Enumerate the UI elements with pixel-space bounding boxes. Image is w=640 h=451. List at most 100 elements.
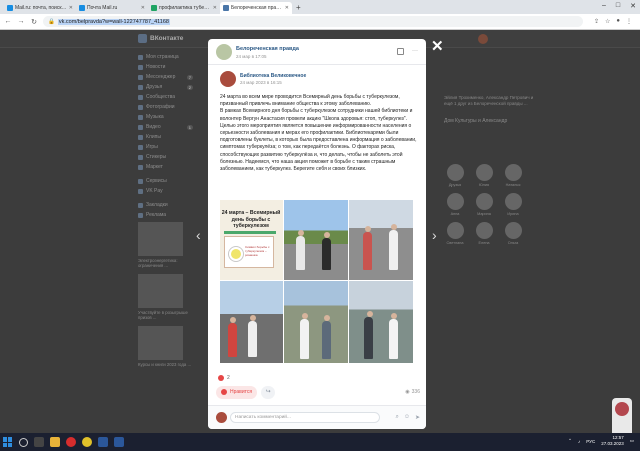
sidebar-item[interactable]: Стикеры: [138, 152, 193, 162]
chrome-icon[interactable]: [82, 437, 92, 447]
previous-post-icon[interactable]: ‹: [196, 227, 201, 243]
sidebar-item[interactable]: VK Pay: [138, 186, 193, 196]
ads-icon: [138, 212, 143, 218]
reload-icon[interactable]: ↻: [30, 18, 38, 26]
share-button[interactable]: ↪: [261, 385, 276, 399]
browser-tabbar: Mail.ru: почта, поиск в интернете✕ Почта…: [0, 0, 640, 14]
sidebar-item-label: Игры: [146, 144, 158, 150]
url-field[interactable]: 🔒 vk.com/belpravda?w=wall-122747787_4116…: [43, 16, 583, 27]
avatar[interactable]: [220, 71, 236, 87]
star-icon[interactable]: ☆: [605, 18, 610, 25]
share-icon[interactable]: ⇪: [594, 18, 599, 25]
clock[interactable]: 12:57 27.03.2023: [601, 435, 624, 447]
close-tab-icon[interactable]: ✕: [213, 5, 217, 11]
network-icon[interactable]: ⌃: [568, 438, 572, 444]
close-tab-icon[interactable]: ✕: [285, 5, 289, 11]
photo-poster[interactable]: 24 марта – Всемирный день борьбы с тубер…: [220, 200, 283, 280]
ad-text: Курсы и книги 2023 года ...: [138, 362, 192, 367]
browser-tab[interactable]: профилактика туберкулеза (ДОСУГ)✕: [148, 2, 220, 14]
sidebar-item-label: VK Pay: [146, 188, 163, 194]
close-tab-icon[interactable]: ✕: [69, 5, 73, 11]
forward-icon[interactable]: →: [17, 18, 25, 25]
maximize-icon[interactable]: □: [616, 2, 620, 10]
ad-item[interactable]: Электроэнергетика: ограничения ...: [138, 222, 193, 268]
sidebar-item[interactable]: Реклама: [138, 210, 193, 220]
repost-date: 24 мар 2023 в 16:15: [240, 80, 282, 85]
next-post-icon[interactable]: ›: [432, 227, 437, 243]
friend-item[interactable]: Ольга: [502, 222, 524, 245]
attach-icon[interactable]: ⌕: [395, 414, 398, 421]
profile-icon[interactable]: ●: [616, 18, 620, 25]
chat-widget[interactable]: [612, 398, 632, 438]
avatar[interactable]: [216, 44, 232, 60]
friend-item[interactable]: Анна: [444, 193, 466, 216]
friend-item[interactable]: Марина: [473, 193, 495, 216]
sidebar-item[interactable]: Друзья 2: [138, 82, 193, 92]
likes-summary[interactable]: 2: [218, 375, 230, 381]
close-modal-icon[interactable]: ✕: [431, 37, 444, 55]
sidebar-item[interactable]: Сообщества: [138, 92, 193, 102]
sidebar-item[interactable]: Фотографии: [138, 102, 193, 112]
friend-item[interactable]: Светлана: [444, 222, 466, 245]
emoji-icon[interactable]: ☺: [404, 414, 410, 421]
search-icon[interactable]: [19, 437, 28, 447]
language-indicator[interactable]: РУС: [586, 439, 595, 444]
browser-tab[interactable]: Mail.ru: почта, поиск в интернете✕: [4, 2, 76, 14]
new-tab-button[interactable]: +: [296, 2, 301, 14]
sidebar-item[interactable]: Новости: [138, 62, 193, 72]
like-button[interactable]: Нравится: [216, 385, 258, 399]
sidebar-item-label: Закладки: [146, 202, 168, 208]
sidebar-item[interactable]: Сервисы: [138, 176, 193, 186]
menu-icon[interactable]: ⋮: [626, 18, 632, 25]
word-icon[interactable]: [98, 437, 108, 447]
sidebar-item[interactable]: Маркет: [138, 162, 193, 172]
minimize-icon[interactable]: –: [602, 2, 606, 10]
vkpay-icon: [138, 188, 143, 194]
sidebar-item[interactable]: Клипы: [138, 132, 193, 142]
close-window-icon[interactable]: ✕: [630, 2, 636, 10]
group-link[interactable]: Дом Культуры и Александр: [444, 118, 534, 124]
sidebar-item[interactable]: Игры: [138, 142, 193, 152]
comment-input[interactable]: Написать комментарий...: [230, 412, 380, 423]
friend-item[interactable]: Юлия: [473, 164, 495, 187]
photo[interactable]: [284, 200, 348, 280]
avatar[interactable]: [478, 34, 488, 44]
more-icon[interactable]: ···: [412, 48, 418, 55]
volume-icon[interactable]: ♪: [578, 439, 580, 444]
friend-item[interactable]: Друзья: [444, 164, 466, 187]
opera-icon[interactable]: [66, 437, 76, 447]
bookmark-icon[interactable]: [397, 48, 404, 55]
sidebar-item[interactable]: Видео 1: [138, 122, 193, 132]
browser-tab-active[interactable]: Белореченская правда ✕: [220, 2, 292, 14]
poster-title: 24 марта – Всемирный день борьбы с тубер…: [221, 210, 281, 229]
heart-icon: [218, 375, 224, 381]
vk-logo[interactable]: ВКонтакте: [138, 34, 183, 43]
sidebar-item[interactable]: Мессенджер 7: [138, 72, 193, 82]
like-label: Нравится: [230, 389, 253, 395]
word-icon[interactable]: [114, 437, 124, 447]
close-tab-icon[interactable]: ✕: [141, 5, 145, 11]
repost-author-link[interactable]: Библиотека Великовечное: [240, 73, 306, 79]
photo[interactable]: [349, 281, 413, 363]
task-view-icon[interactable]: [34, 437, 44, 447]
send-icon[interactable]: ➤: [415, 414, 420, 421]
avatar: [475, 222, 493, 239]
friend-item[interactable]: Ирина: [502, 193, 524, 216]
sidebar-item[interactable]: Музыка: [138, 112, 193, 122]
friend-item[interactable]: Елена: [473, 222, 495, 245]
windows-start-icon[interactable]: [3, 437, 13, 447]
friend-item[interactable]: Наталья: [502, 164, 524, 187]
ad-item[interactable]: Участвуйте в розыгрыше призов ...: [138, 274, 193, 320]
photo[interactable]: [220, 281, 283, 363]
ad-item[interactable]: Курсы и книги 2023 года ...: [138, 326, 193, 367]
post-date[interactable]: 24 мар в 17:05: [236, 54, 267, 59]
photo[interactable]: [349, 200, 413, 280]
file-explorer-icon[interactable]: [50, 437, 60, 447]
browser-tab[interactable]: Почта Mail.ru ✕: [76, 2, 148, 14]
photo[interactable]: [284, 281, 348, 363]
sidebar-item[interactable]: Моя страница: [138, 52, 193, 62]
sidebar-item[interactable]: Закладки: [138, 200, 193, 210]
group-name-link[interactable]: Белореченская правда: [236, 46, 299, 52]
back-icon[interactable]: ←: [4, 18, 12, 25]
notifications-icon[interactable]: ▭: [630, 438, 634, 444]
